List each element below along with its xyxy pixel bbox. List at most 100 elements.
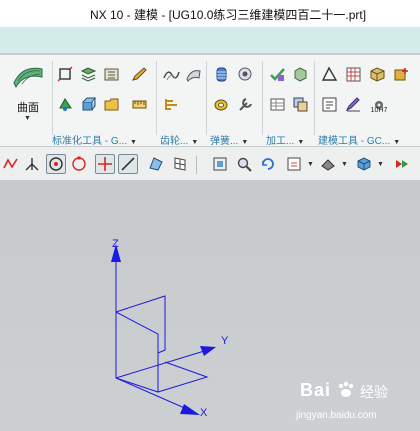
zoom-icon: [237, 157, 252, 172]
face-snap-button[interactable]: [146, 154, 166, 174]
spring-tool-button[interactable]: [212, 65, 231, 84]
library-button[interactable]: [102, 65, 121, 84]
view-toolbar: ▼ ▼ ▼: [0, 147, 420, 181]
surface-button[interactable]: 曲面 ▼: [6, 59, 50, 125]
watermark-url: jingyan.baidu.com: [296, 410, 377, 421]
machining-copy-button[interactable]: [291, 95, 310, 114]
cube-add-button[interactable]: [392, 65, 411, 84]
ribbon-group-label[interactable]: 加工... ▼: [266, 132, 304, 147]
fit-tolerance-button[interactable]: 10H7: [368, 93, 390, 117]
face-icon: [149, 157, 163, 171]
grid-table-icon: [346, 67, 361, 82]
chevron-down-icon[interactable]: ▼: [307, 161, 314, 168]
window-title: NX 10 - 建模 - [UG10.0练习三维建模四百二十一.prt]: [90, 8, 367, 22]
shaded-view-button[interactable]: [354, 154, 374, 174]
pencil-tool-button[interactable]: [130, 65, 149, 84]
rotate-view-button[interactable]: [258, 154, 278, 174]
render-style-button[interactable]: [318, 154, 338, 174]
title-bar: NX 10 - 建模 - [UG10.0练习三维建模四百二十一.prt]: [0, 0, 420, 27]
curve-snap-icon: [3, 158, 18, 169]
cube-icon: [370, 67, 385, 82]
quadrant-snap-button[interactable]: [69, 154, 89, 174]
intersection-icon: [25, 158, 39, 171]
ribbon-group-label[interactable]: 标准化工具 - G... ▼: [52, 132, 137, 147]
spring-icon: [216, 67, 227, 82]
line-snap-button[interactable]: [118, 154, 138, 174]
paw-icon: [338, 381, 354, 397]
x-axis-arrow: [180, 404, 200, 415]
gear-curve-icon: [163, 71, 180, 81]
machining-check-button[interactable]: [268, 65, 287, 84]
surface-patch-icon: [186, 70, 201, 82]
gear-surface-button[interactable]: [184, 65, 203, 84]
grid-table-button[interactable]: [344, 65, 363, 84]
measure-icon: [132, 100, 147, 109]
library-icon: [104, 68, 119, 81]
gear-align-button[interactable]: [162, 95, 181, 114]
datum-csys-icon: [57, 66, 73, 82]
z-axis-label: Z: [112, 238, 119, 250]
ribbon-separator: [206, 61, 207, 135]
ribbon-separator: [314, 61, 315, 135]
machining-table-button[interactable]: [268, 95, 287, 114]
render-style-icon: [321, 159, 335, 171]
toolbar-separator: [196, 156, 197, 174]
measure-tool-button[interactable]: [130, 95, 149, 114]
fit-view-icon: [213, 157, 227, 171]
cube-add-icon: [394, 68, 408, 81]
datum-csys-button[interactable]: [56, 65, 75, 84]
spring-hole-button[interactable]: [236, 65, 255, 84]
machining-part-button[interactable]: [291, 65, 310, 84]
intersection-snap-button[interactable]: [22, 154, 42, 174]
green-arrow-icon: [59, 98, 72, 111]
x-axis-label: X: [200, 407, 208, 419]
crosshair-icon: [98, 157, 112, 171]
triangle-tool-button[interactable]: [320, 65, 339, 84]
pencil-icon: [132, 67, 147, 81]
ribbon-group-label[interactable]: 齿轮... ▼: [160, 132, 198, 147]
display-filter-icon: [396, 160, 408, 168]
surface-button-label: 曲面: [17, 102, 39, 114]
curve-snap-button[interactable]: [1, 154, 21, 174]
gear-tool-button[interactable]: [162, 65, 181, 84]
green-arrow-tool-button[interactable]: [56, 95, 75, 114]
zoom-view-button[interactable]: [234, 154, 254, 174]
ribbon-group-label[interactable]: 建模工具 - GC... ▼: [318, 132, 400, 147]
edit-tool-button[interactable]: [344, 95, 363, 114]
wrench-icon: [239, 98, 252, 111]
chevron-down-icon[interactable]: ▼: [341, 161, 348, 168]
ribbon-separator: [262, 61, 263, 135]
spring-wrench-button[interactable]: [236, 95, 255, 114]
ribbon-separator: [156, 61, 157, 135]
xz-plane: [115, 311, 159, 393]
extrude-tool-button[interactable]: [79, 95, 98, 114]
note-tool-button[interactable]: [320, 95, 339, 114]
ribbon-separator: [52, 61, 53, 135]
layer-stack-icon: [80, 67, 97, 82]
point-snap-button[interactable]: [95, 154, 115, 174]
fit-tolerance-label: 10H7: [370, 107, 388, 114]
grid-icon: [174, 157, 186, 171]
grid-snap-button[interactable]: [170, 154, 190, 174]
orient-view-button[interactable]: [284, 154, 304, 174]
part-icon: [294, 67, 307, 82]
align-icon: [165, 99, 177, 110]
fit-view-button[interactable]: [210, 154, 230, 174]
layer-stack-button[interactable]: [79, 65, 98, 84]
orient-view-icon: [287, 157, 301, 171]
y-axis-line: [115, 347, 215, 379]
chevron-down-icon: ▼: [24, 115, 31, 122]
copy-icon: [293, 97, 308, 112]
cube-tool-button[interactable]: [368, 65, 387, 84]
center-point-snap-button[interactable]: [46, 154, 66, 174]
ribbon-group-label[interactable]: 弹簧... ▼: [210, 132, 248, 147]
chevron-down-icon[interactable]: ▼: [377, 161, 384, 168]
quadrant-icon: [72, 156, 86, 171]
hole-icon: [238, 67, 252, 81]
surface-icon: [13, 67, 43, 89]
folder-tool-button[interactable]: [102, 95, 121, 114]
watermark-brand: Bai: [300, 380, 332, 400]
coil-icon: [214, 99, 228, 111]
display-filter-button[interactable]: [392, 154, 412, 174]
spring-coil-button[interactable]: [212, 95, 231, 114]
